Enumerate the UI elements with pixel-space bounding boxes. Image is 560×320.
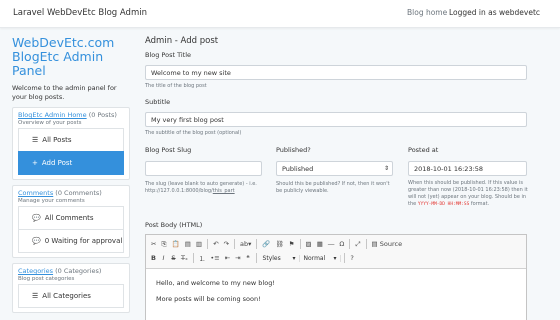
admin-home-link[interactable]: BlogEtc Admin Home (18, 111, 87, 119)
posts-count: (0 Posts) (86, 111, 117, 119)
published-help: Should this be published? If not, then i… (276, 181, 390, 194)
comments-link[interactable]: Comments (18, 189, 53, 197)
slug-label: Blog Post Slug (145, 146, 192, 154)
link-icon[interactable]: 🔗 (260, 240, 272, 248)
copy-icon[interactable]: ⎘ (159, 240, 168, 249)
published-select[interactable]: Published ⇕ (276, 161, 393, 176)
spellcheck-icon[interactable]: ab▾ (238, 240, 253, 248)
comments-panel: Comments (0 Comments) Manage your commen… (12, 185, 130, 258)
source-button[interactable]: ▤ Source (370, 240, 405, 248)
list-icon: ☰ (32, 292, 39, 300)
chevron-down-icon: ▾ (333, 254, 337, 262)
posts-panel-sub: Overview of your posts (18, 120, 82, 126)
undo-icon[interactable]: ↶ (211, 240, 220, 248)
image-icon[interactable]: ▨ (304, 240, 314, 248)
comment-icon: 💬 (32, 214, 41, 222)
title-help: The title of the blog post (145, 83, 207, 89)
list-icon: ☰ (32, 136, 39, 144)
rich-text-editor: ✂ ⎘ 📋 ▤ ▥ ↶ ↷ ab▾ 🔗 ⛓ ⚑ ▨ ▦ ― Ω ⤢ ▤ Sour… (145, 234, 527, 320)
editor-paragraph: Hello, and welcome to my new blog! (156, 279, 275, 287)
app-brand[interactable]: Laravel WebDevEtc Blog Admin (13, 8, 147, 18)
categories-panel-sub: Blog post categories (18, 276, 75, 282)
slug-input[interactable] (145, 161, 262, 176)
styles-select[interactable]: Styles ▾ (260, 254, 300, 262)
categories-link[interactable]: Categories (18, 267, 53, 275)
outdent-icon[interactable]: ⇤ (223, 254, 232, 262)
all-posts-button[interactable]: ☰ All Posts (18, 128, 124, 152)
bold-icon[interactable]: B (149, 254, 158, 262)
paste-word-icon[interactable]: ▥ (194, 240, 204, 248)
sidebar-intro: Welcome to the admin panel for your blog… (12, 84, 117, 101)
paste-icon[interactable]: 📋 (170, 240, 182, 248)
anchor-icon[interactable]: ⚑ (287, 240, 297, 248)
bulleted-list-icon[interactable]: •≡ (208, 254, 221, 262)
logged-in-user[interactable]: Logged in as webdevetc (449, 8, 540, 17)
numbered-list-icon[interactable]: ⒈ (197, 253, 208, 263)
table-icon[interactable]: ▦ (315, 240, 325, 248)
published-label: Published? (276, 146, 311, 154)
categories-panel: Categories (0 Categories) Blog post cate… (12, 263, 130, 313)
page-title: Admin - Add post (145, 36, 219, 46)
top-navbar: Laravel WebDevEtc Blog Admin Blog home L… (0, 0, 560, 28)
title-input[interactable]: Welcome to my new site (145, 65, 527, 80)
strike-icon[interactable]: S (169, 254, 178, 262)
italic-icon[interactable]: I (159, 254, 168, 262)
horizontal-line-icon[interactable]: ― (326, 240, 337, 248)
editor-paragraph: More posts will be coming soon! (156, 295, 261, 303)
comment-icon: 💬 (32, 237, 41, 245)
editor-toolbar: ✂ ⎘ 📋 ▤ ▥ ↶ ↷ ab▾ 🔗 ⛓ ⚑ ▨ ▦ ― Ω ⤢ ▤ Sour… (146, 235, 526, 269)
unlink-icon[interactable]: ⛓ (273, 240, 285, 248)
all-categories-button[interactable]: ☰ All Categories (18, 284, 124, 308)
plus-icon: + (32, 159, 38, 167)
categories-count: (0 Categories) (53, 267, 102, 275)
comments-count: (0 Comments) (53, 189, 102, 197)
main-content: Admin - Add post (145, 36, 527, 46)
format-select[interactable]: Normal ▾ (301, 254, 341, 262)
comments-panel-sub: Manage your comments (18, 198, 85, 204)
waiting-approval-button[interactable]: 💬 0 Waiting for approval (18, 229, 124, 253)
posts-panel: BlogEtc Admin Home (0 Posts) Overview of… (12, 107, 130, 180)
help-icon[interactable]: ? (348, 254, 357, 262)
chevron-down-icon: ⇕ (383, 165, 389, 172)
posted-at-help: When this should be published. If this v… (408, 180, 528, 207)
remove-format-icon[interactable]: T̶ₓ (179, 254, 190, 262)
redo-icon[interactable]: ↷ (222, 240, 231, 248)
sidebar: WebDevEtc.com BlogEtc Admin Panel Welcom… (12, 36, 130, 313)
cut-icon[interactable]: ✂ (149, 240, 158, 248)
paste-text-icon[interactable]: ▤ (183, 240, 193, 248)
source-icon: ▤ (371, 240, 378, 248)
indent-icon[interactable]: ⇥ (233, 254, 242, 262)
maximize-icon[interactable]: ⤢ (353, 240, 362, 249)
all-comments-button[interactable]: 💬 All Comments (18, 206, 124, 230)
posted-at-input[interactable]: 2018-10-01 16:23:58 (408, 161, 527, 176)
posted-at-label: Posted at (408, 146, 439, 154)
special-char-icon[interactable]: Ω (337, 240, 346, 248)
blockquote-icon[interactable]: ❝ (244, 254, 253, 262)
subtitle-help: The subtitle of the blog post (optional) (145, 130, 242, 136)
subtitle-input[interactable]: My very first blog post (145, 112, 527, 127)
editor-content[interactable]: Hello, and welcome to my new blog! More … (146, 269, 526, 320)
post-body-label: Post Body (HTML) (145, 221, 203, 229)
subtitle-label: Subtitle (145, 98, 171, 106)
add-post-button[interactable]: + Add Post (18, 151, 124, 175)
title-label: Blog Post Title (145, 51, 192, 59)
chevron-down-icon: ▾ (292, 254, 296, 262)
slug-help: The slug (leave blank to auto generate) … (145, 181, 257, 194)
blog-home-link[interactable]: Blog home (407, 8, 447, 17)
sidebar-title: WebDevEtc.com BlogEtc Admin Panel (12, 35, 115, 78)
